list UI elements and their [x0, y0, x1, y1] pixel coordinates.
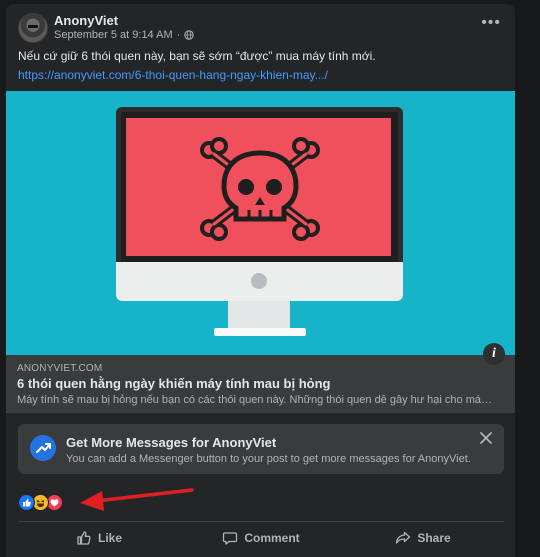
promo-subtitle: You can add a Messenger button to your p…: [66, 453, 471, 465]
globe-icon[interactable]: [184, 30, 195, 40]
comment-icon: [223, 532, 238, 545]
post-meta: September 5 at 9:14 AM ·: [54, 29, 195, 41]
post-card: AnonyViet September 5 at 9:14 AM · ••• N…: [6, 4, 515, 557]
more-options-button[interactable]: •••: [481, 14, 501, 32]
like-label: Like: [97, 531, 122, 545]
comment-label: Comment: [244, 531, 300, 545]
trending-up-icon: [30, 435, 56, 461]
like-button[interactable]: Like: [18, 522, 180, 554]
annotation-arrow: [80, 488, 194, 511]
comment-button[interactable]: Comment: [180, 522, 342, 554]
post-link[interactable]: https://anonyviet.com/6-thoi-quen-hang-n…: [18, 68, 328, 82]
like-reaction-icon: [18, 494, 35, 511]
link-preview-meta[interactable]: ANONYVIET.COM 6 thói quen hằng ngày khiế…: [6, 355, 515, 413]
link-domain: ANONYVIET.COM: [17, 363, 103, 374]
post-timestamp[interactable]: September 5 at 9:14 AM: [54, 29, 173, 41]
post-header: AnonyViet September 5 at 9:14 AM · •••: [6, 4, 515, 46]
action-bar: Like Comment Share: [18, 522, 504, 554]
link-title[interactable]: 6 thói quen hằng ngày khiến máy tính mau…: [17, 376, 330, 391]
promo-title: Get More Messages for AnonyViet: [66, 435, 277, 450]
thumbs-up-icon: [77, 531, 91, 545]
info-button[interactable]: i: [483, 343, 505, 365]
close-icon[interactable]: [478, 430, 494, 446]
messenger-promo-banner: Get More Messages for AnonyViet You can …: [18, 424, 504, 474]
share-label: Share: [417, 531, 451, 545]
share-icon: [396, 531, 411, 544]
reaction-summary[interactable]: [18, 494, 63, 511]
author-name[interactable]: AnonyViet: [54, 13, 118, 28]
avatar[interactable]: [18, 13, 48, 43]
link-preview-image[interactable]: i: [6, 91, 515, 365]
post-message: Nếu cứ giữ 6 thói quen này, bạn sẽ sớm “…: [18, 49, 376, 63]
share-button[interactable]: Share: [342, 522, 504, 554]
link-description: Máy tính sẽ mau bị hỏng nếu bạn có các t…: [17, 394, 497, 406]
computer-skull-illustration: [6, 91, 515, 355]
